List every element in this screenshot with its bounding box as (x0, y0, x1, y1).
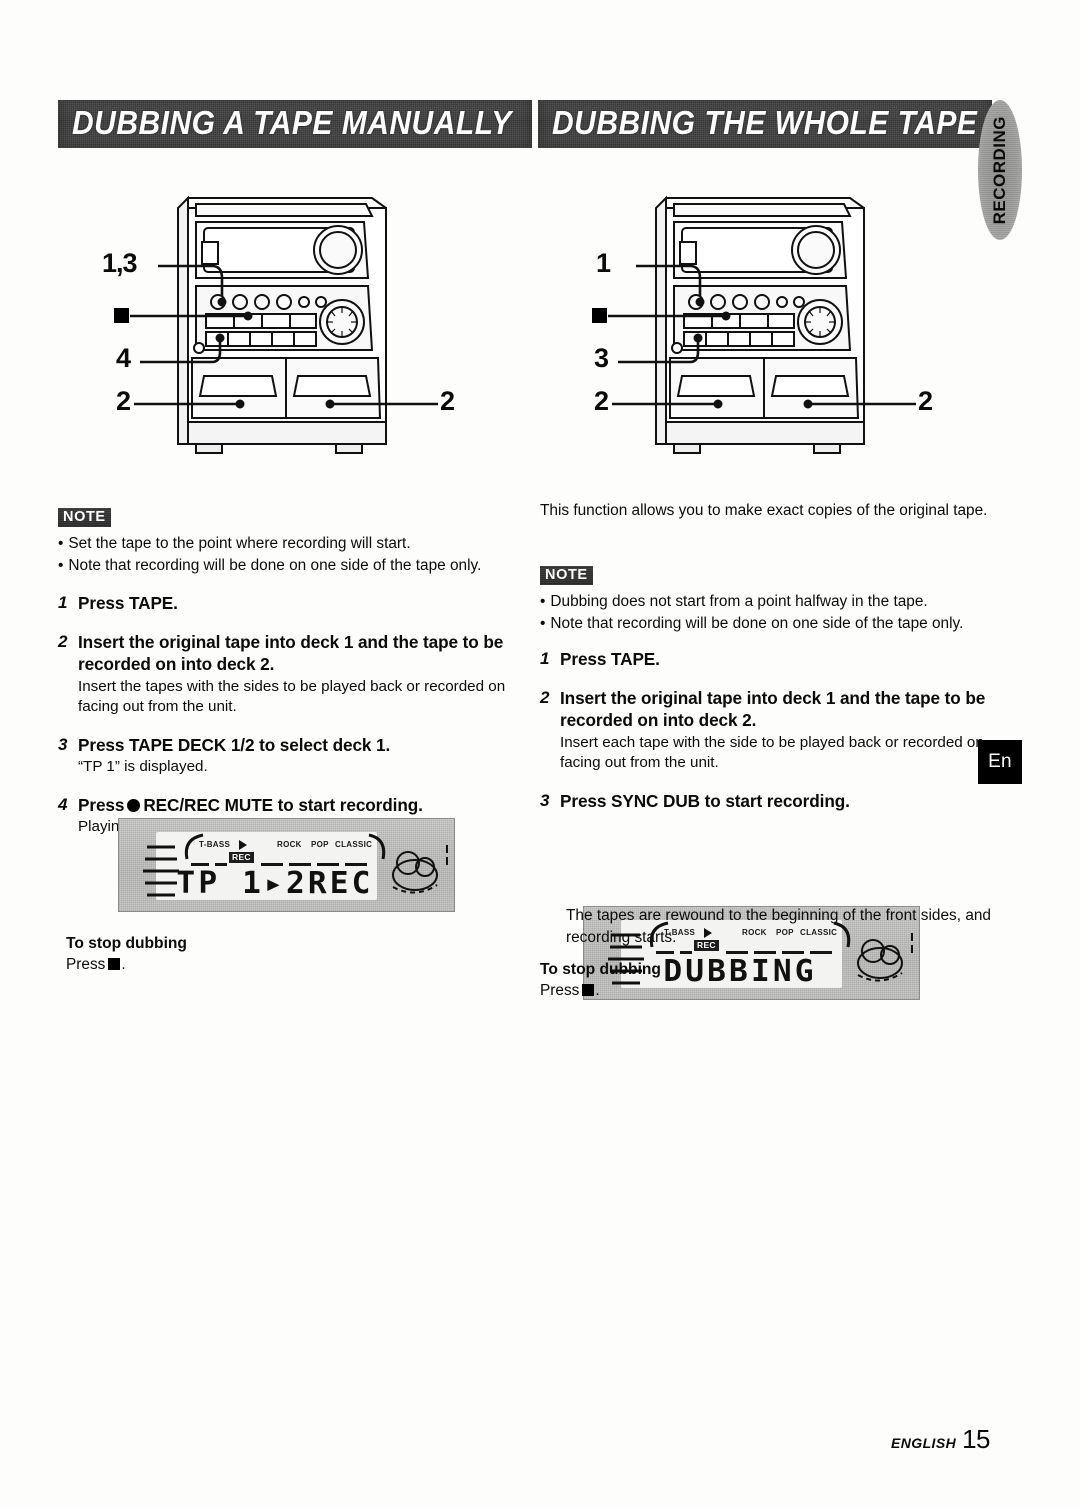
footer-language-label: ENGLISH (891, 1435, 957, 1451)
stop-text-suffix: . (121, 956, 126, 973)
step-detail: Insert each tape with the side to be pla… (560, 733, 984, 772)
note-text: Note that recording will be done on one … (550, 614, 964, 632)
step-1: 1 Press TAPE. (58, 592, 513, 615)
left-steps: 1 Press TAPE. 2 Insert the original tape… (58, 592, 513, 838)
note-text: Set the tape to the point where recordin… (68, 534, 411, 552)
stop-square-icon (592, 308, 607, 323)
step-number: 3 (58, 734, 68, 754)
lcd-label-tbass: T-BASS (199, 840, 231, 849)
step-2: 2 Insert the original tape into deck 1 a… (540, 687, 990, 774)
note-text: Dubbing does not start from a point half… (550, 592, 928, 610)
list-item: • Set the tape to the point where recordi… (58, 533, 518, 554)
bullet-dot-icon: • (58, 556, 64, 574)
recording-side-tab: RECORDING (978, 100, 1022, 240)
stop-text-prefix: Press (540, 982, 580, 999)
left-note-list: • Set the tape to the point where recordi… (58, 533, 518, 576)
lcd-label-rock: ROCK (277, 840, 302, 849)
step-title: Press TAPE DECK 1/2 to select deck 1. (78, 734, 391, 755)
step-detail: “TP 1” is displayed. (78, 758, 208, 775)
stop-heading: To stop dubbing (66, 935, 187, 952)
language-tab-label: En (988, 751, 1012, 772)
step-title: Press REC/REC MUTE to start recording. (78, 794, 513, 817)
right-note-list: • Dubbing does not start from a point hal… (540, 591, 1000, 634)
step-1: 1 Press TAPE. (540, 648, 990, 671)
right-after-display-paragraph: The tapes are rewound to the beginning o… (566, 907, 991, 946)
left-display-illustration: T-BASS ROCK POP CLASSIC REC TP 1▸2REC (118, 818, 455, 912)
left-note-block: NOTE • Set the tape to the point where re… (58, 508, 518, 577)
step-number: 1 (58, 593, 68, 612)
recording-side-tab-label: RECORDING (990, 115, 1009, 225)
callout-right-deck-2-left: 2 (594, 386, 609, 416)
stop-square-icon (108, 958, 121, 970)
step-title: Press TAPE. (78, 593, 178, 613)
step-number: 2 (540, 687, 550, 707)
stop-text-suffix: . (595, 982, 600, 999)
right-stop-section: To stop dubbing Press. (540, 960, 840, 1001)
bullet-dot-icon: • (540, 592, 546, 610)
step-number: 2 (58, 631, 68, 651)
manual-page: DUBBING A TAPE MANUALLY 1,3 4 2 2 NOTE •… (0, 0, 1080, 1508)
step-title: Press TAPE. (560, 649, 660, 669)
callout-left-1-3: 1,3 (102, 248, 138, 278)
record-dot-icon (127, 798, 141, 812)
note-text: Note that recording will be done on one … (68, 556, 482, 574)
list-item: • Note that recording will be done on one… (540, 613, 1000, 634)
stereo-illustration-svg (608, 195, 916, 454)
callout-left-4: 4 (116, 343, 131, 373)
note-badge: NOTE (540, 566, 593, 585)
stop-heading: To stop dubbing (540, 961, 661, 978)
language-tab: En (978, 740, 1022, 784)
stop-instruction: Press. (540, 980, 840, 1001)
step-detail: Insert the tapes with the sides to be pl… (78, 677, 506, 716)
note-badge: NOTE (58, 508, 111, 527)
step-number: 1 (540, 649, 550, 668)
step-2: 2 Insert the original tape into deck 1 a… (58, 631, 513, 718)
stereo-illustration-svg (130, 195, 438, 454)
left-stop-section: To stop dubbing Press. (66, 934, 366, 975)
stop-text-prefix: Press (66, 956, 106, 973)
callout-right-deck-2-right: 2 (918, 386, 933, 416)
right-intro-paragraph: This function allows you to make exact c… (540, 502, 988, 519)
list-item: • Note that recording will be done on one… (58, 555, 518, 576)
step-title-suffix: REC/REC MUTE to start recording. (143, 794, 423, 815)
left-section-header: DUBBING A TAPE MANUALLY (58, 100, 532, 148)
lcd-label-classic: CLASSIC (335, 840, 373, 849)
step-3: 3 Press SYNC DUB to start recording. (540, 790, 990, 813)
step-title: Insert the original tape into deck 1 and… (78, 631, 504, 675)
lcd-label-pop: POP (311, 840, 329, 849)
bullet-dot-icon: • (540, 614, 546, 632)
callout-right-1: 1 (596, 248, 611, 278)
step-title: Insert the original tape into deck 1 and… (560, 687, 986, 731)
step-title-prefix: Press (78, 794, 125, 815)
step-number: 4 (58, 794, 68, 814)
right-section-header: DUBBING THE WHOLE TAPE (538, 100, 992, 148)
callout-left-deck-2: 2 (116, 386, 131, 416)
bullet-dot-icon: • (58, 534, 64, 552)
lcd-segment-text: TP 1▸2REC (176, 866, 374, 901)
right-stereo-diagram: 1 3 2 2 (578, 182, 978, 462)
callout-right-deck-2: 2 (440, 386, 455, 416)
stop-square-icon (114, 308, 129, 323)
step-title: Press SYNC DUB to start recording. (560, 790, 850, 811)
play-arrow-icon (239, 840, 247, 850)
stop-instruction: Press. (66, 954, 366, 975)
right-steps: 1 Press TAPE. 2 Insert the original tape… (540, 648, 990, 812)
page-footer: ENGLISH 15 (700, 1424, 990, 1455)
list-item: • Dubbing does not start from a point hal… (540, 591, 1000, 612)
right-section-title: DUBBING THE WHOLE TAPE (552, 104, 978, 142)
left-stereo-diagram: 1,3 4 2 2 (100, 182, 500, 462)
right-note-block: NOTE • Dubbing does not start from a poin… (540, 566, 1000, 635)
left-section-title: DUBBING A TAPE MANUALLY (72, 104, 512, 142)
step-3: 3 Press TAPE DECK 1/2 to select deck 1. … (58, 734, 513, 778)
page-number: 15 (962, 1424, 990, 1454)
stop-square-icon (582, 984, 595, 996)
rec-indicator-badge: REC (229, 852, 254, 863)
step-number: 3 (540, 790, 550, 810)
callout-right-3: 3 (594, 343, 609, 373)
